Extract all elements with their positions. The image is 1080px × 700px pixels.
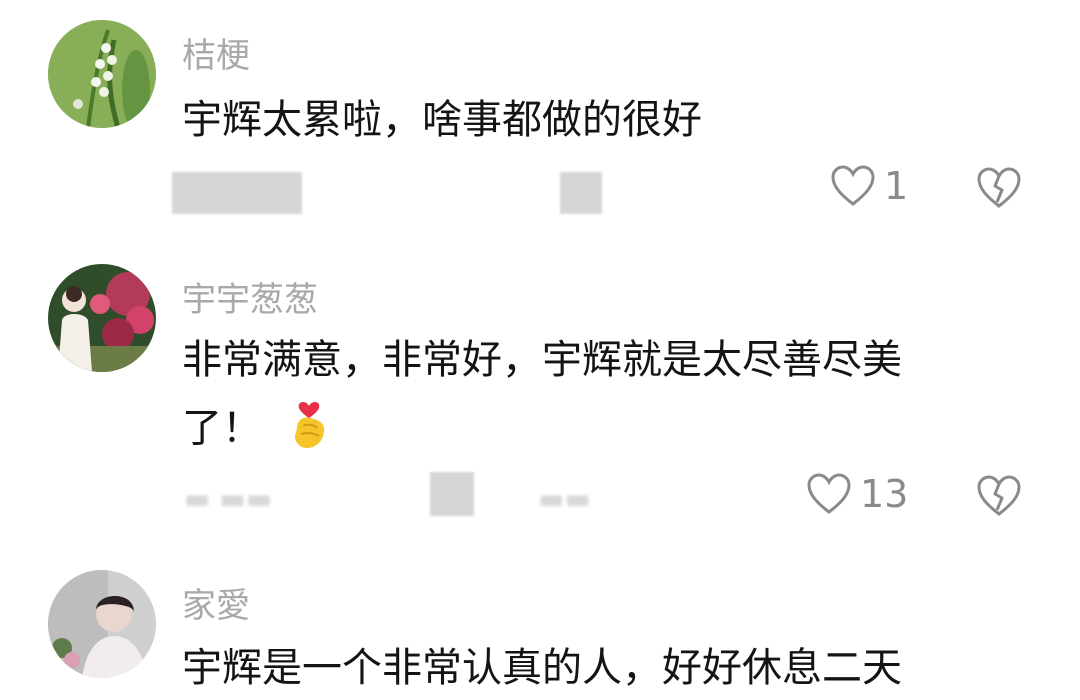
comment-text: 宇辉太累啦，啥事都做的很好: [182, 97, 702, 143]
avatar[interactable]: [48, 264, 156, 372]
comment-item: 宇宇葱葱 非常满意，非常好，宇辉就是太尽善尽美 了！ ▬ ▬▬ ▬▬ 13: [0, 250, 1080, 550]
broken-heart-icon: [977, 475, 1021, 516]
like-count: 13: [860, 472, 909, 516]
comment-meta-blurred: ▬ ▬▬: [184, 482, 273, 515]
avatar-image: [48, 264, 156, 372]
comment-item: 家愛 宇辉是一个非常认真的人，好好休息二天: [0, 550, 1080, 700]
comment-meta-blurred: [430, 472, 474, 516]
comment-text-line: 非常满意，非常好，宇辉就是太尽善尽美: [182, 337, 902, 383]
comment-meta-blurred: ▬▬: [538, 482, 591, 515]
comment-text-line: 了！: [182, 405, 262, 452]
comment-text: 宇辉是一个非常认真的人，好好休息二天: [182, 645, 902, 691]
heart-outline-icon: [807, 473, 851, 514]
broken-heart-icon: [977, 167, 1021, 208]
comment-username[interactable]: 宇宇葱葱: [182, 272, 318, 321]
comment-text-line-2: 了！: [182, 392, 1012, 469]
dislike-button[interactable]: [976, 166, 1022, 214]
finger-heart-emoji: [289, 392, 329, 469]
avatar[interactable]: [48, 20, 156, 128]
comment-meta-blurred: [560, 172, 602, 214]
like-button[interactable]: 1: [830, 164, 908, 208]
avatar[interactable]: [48, 570, 156, 678]
heart-outline-icon: [831, 165, 875, 206]
avatar-image: [48, 20, 156, 128]
comment-text: 非常满意，非常好，宇辉就是太尽善尽美 了！: [182, 328, 1012, 469]
comment-username[interactable]: 家愛: [182, 578, 250, 627]
dislike-button[interactable]: [976, 474, 1022, 522]
comment-meta-blurred: [172, 172, 302, 214]
comment-username[interactable]: 桔梗: [182, 28, 250, 77]
like-count: 1: [884, 164, 909, 208]
comment-item: 桔梗 宇辉太累啦，啥事都做的很好 1: [0, 0, 1080, 250]
avatar-image: [48, 570, 156, 678]
like-button[interactable]: 13: [806, 472, 908, 516]
